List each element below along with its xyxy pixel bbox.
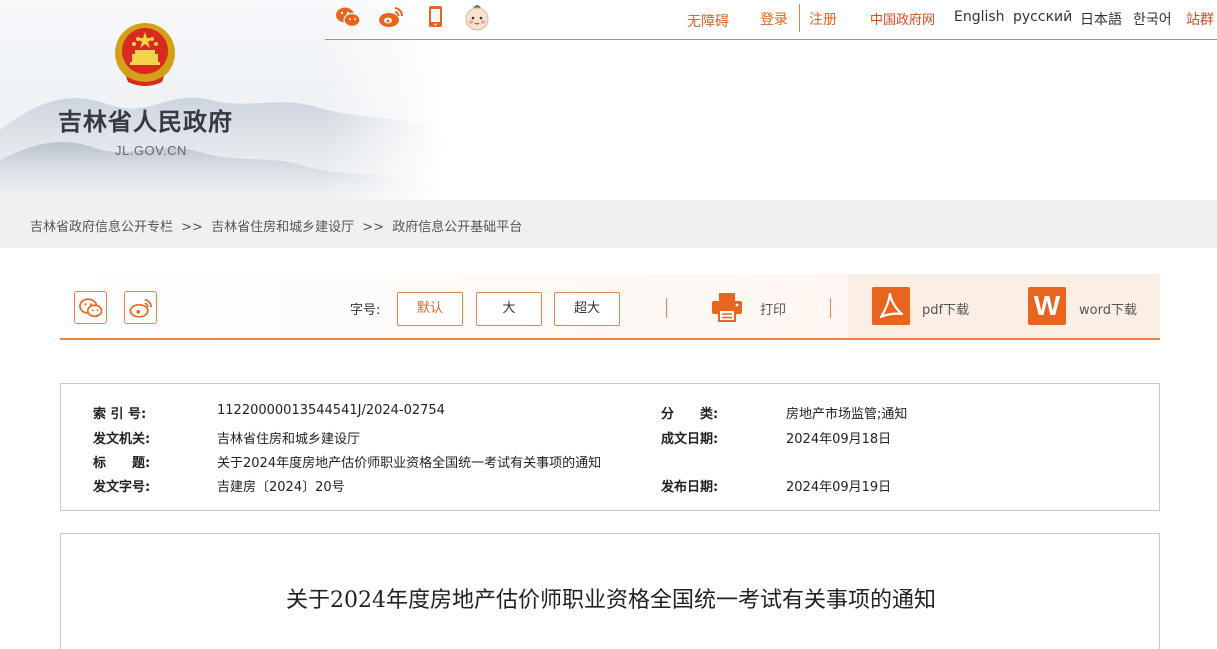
published-date-label: 发布日期: [661,480,719,495]
info-row: 发文机关: 吉林省住房和城乡建设厅 成文日期: 2024年09月18日 [61,428,1159,450]
wechat-icon [79,298,103,318]
created-date-label: 成文日期: [661,432,719,447]
print-icon[interactable] [710,291,744,323]
site-domain: JL.GOV.CN [115,143,187,158]
weibo-icon[interactable] [378,4,404,30]
doc-number-value: 吉建房〔2024〕20号 [217,480,345,495]
word-icon[interactable]: W [1028,287,1066,325]
gov-cn-link[interactable]: 中国政府网 [870,9,935,28]
doc-number-label: 发文字号: [93,480,151,495]
mascot-icon[interactable] [463,2,491,32]
login-link[interactable]: 登录 [760,9,788,29]
article-title: 关于2024年度房地产估价师职业资格全国统一考试有关事项的通知 [286,588,936,613]
divider [666,298,667,318]
breadcrumb-item[interactable]: 吉林省住房和城乡建设厅 [211,220,354,235]
info-row: 索 引 号: 11220000013544541J/2024-02754 分 类… [61,403,1159,425]
issuer-label: 发文机关: [93,432,151,447]
article-toolbar: 字号: 默认 大 超大 打印 pdf下载 W word下载 [60,274,1160,340]
breadcrumb-item[interactable]: 吉林省政府信息公开专栏 [30,220,173,235]
breadcrumb-item[interactable]: 政府信息公开基础平台 [392,220,522,235]
title-value: 关于2024年度房地产估价师职业资格全国统一考试有关事项的通知 [217,456,602,471]
pdf-icon[interactable] [872,287,910,325]
page: 吉林省人民政府 JL.GOV.CN 无障碍 登录 注册 中国政府网 Englis… [0,0,1217,649]
issuer-value: 吉林省住房和城乡建设厅 [217,432,361,447]
title-label: 标 题: [93,456,151,471]
published-date-value: 2024年09月19日 [786,480,892,495]
korean-link[interactable]: 한국어 [1133,9,1172,29]
font-size-label: 字号: [350,303,381,318]
category-value: 房地产市场监管;通知 [786,407,908,422]
pdf-download-button[interactable]: pdf下载 [922,299,969,318]
breadcrumb-separator: >> [362,220,385,235]
site-header: 吉林省人民政府 JL.GOV.CN 无障碍 登录 注册 中国政府网 Englis… [0,0,1217,200]
info-row: 发文字号: 吉建房〔2024〕20号 发布日期: 2024年09月19日 [61,476,1159,498]
english-link[interactable]: English [954,9,1005,25]
category-label: 分 类: [661,407,719,422]
font-size-xlarge-button[interactable]: 超大 [554,292,620,326]
register-link[interactable]: 注册 [809,9,837,29]
article-body: 关于2024年度房地产估价师职业资格全国统一考试有关事项的通知 [60,533,1160,649]
index-label: 索 引 号: [93,407,147,422]
created-date-value: 2024年09月18日 [786,432,892,447]
divider [830,298,831,318]
print-button[interactable]: 打印 [760,299,786,318]
share-wechat-button[interactable] [74,291,107,324]
mobile-icon[interactable] [423,4,449,30]
russian-link[interactable]: русский [1013,9,1072,25]
word-download-button[interactable]: word下载 [1079,299,1137,318]
index-value: 11220000013544541J/2024-02754 [217,403,445,418]
national-emblem-icon [115,23,175,86]
weibo-icon [129,298,152,318]
site-title[interactable]: 吉林省人民政府 [58,102,233,137]
wechat-icon[interactable] [335,4,361,30]
font-size-default-button[interactable]: 默认 [397,292,463,326]
info-row: 标 题: 关于2024年度房地产估价师职业资格全国统一考试有关事项的通知 [61,452,1159,474]
japanese-link[interactable]: 日本語 [1080,9,1122,29]
document-info-table: 索 引 号: 11220000013544541J/2024-02754 分 类… [60,383,1160,511]
top-bar: 无障碍 登录 注册 中国政府网 English русский 日本語 한국어 … [325,0,1217,40]
breadcrumb-separator: >> [181,220,203,235]
accessibility-link[interactable]: 无障碍 [687,11,729,31]
font-size-large-button[interactable]: 大 [476,292,542,326]
share-weibo-button[interactable] [124,291,157,324]
site-group-link[interactable]: 站群 [1186,9,1214,29]
breadcrumb: 吉林省政府信息公开专栏 >> 吉林省住房和城乡建设厅 >> 政府信息公开基础平台 [0,200,1217,248]
